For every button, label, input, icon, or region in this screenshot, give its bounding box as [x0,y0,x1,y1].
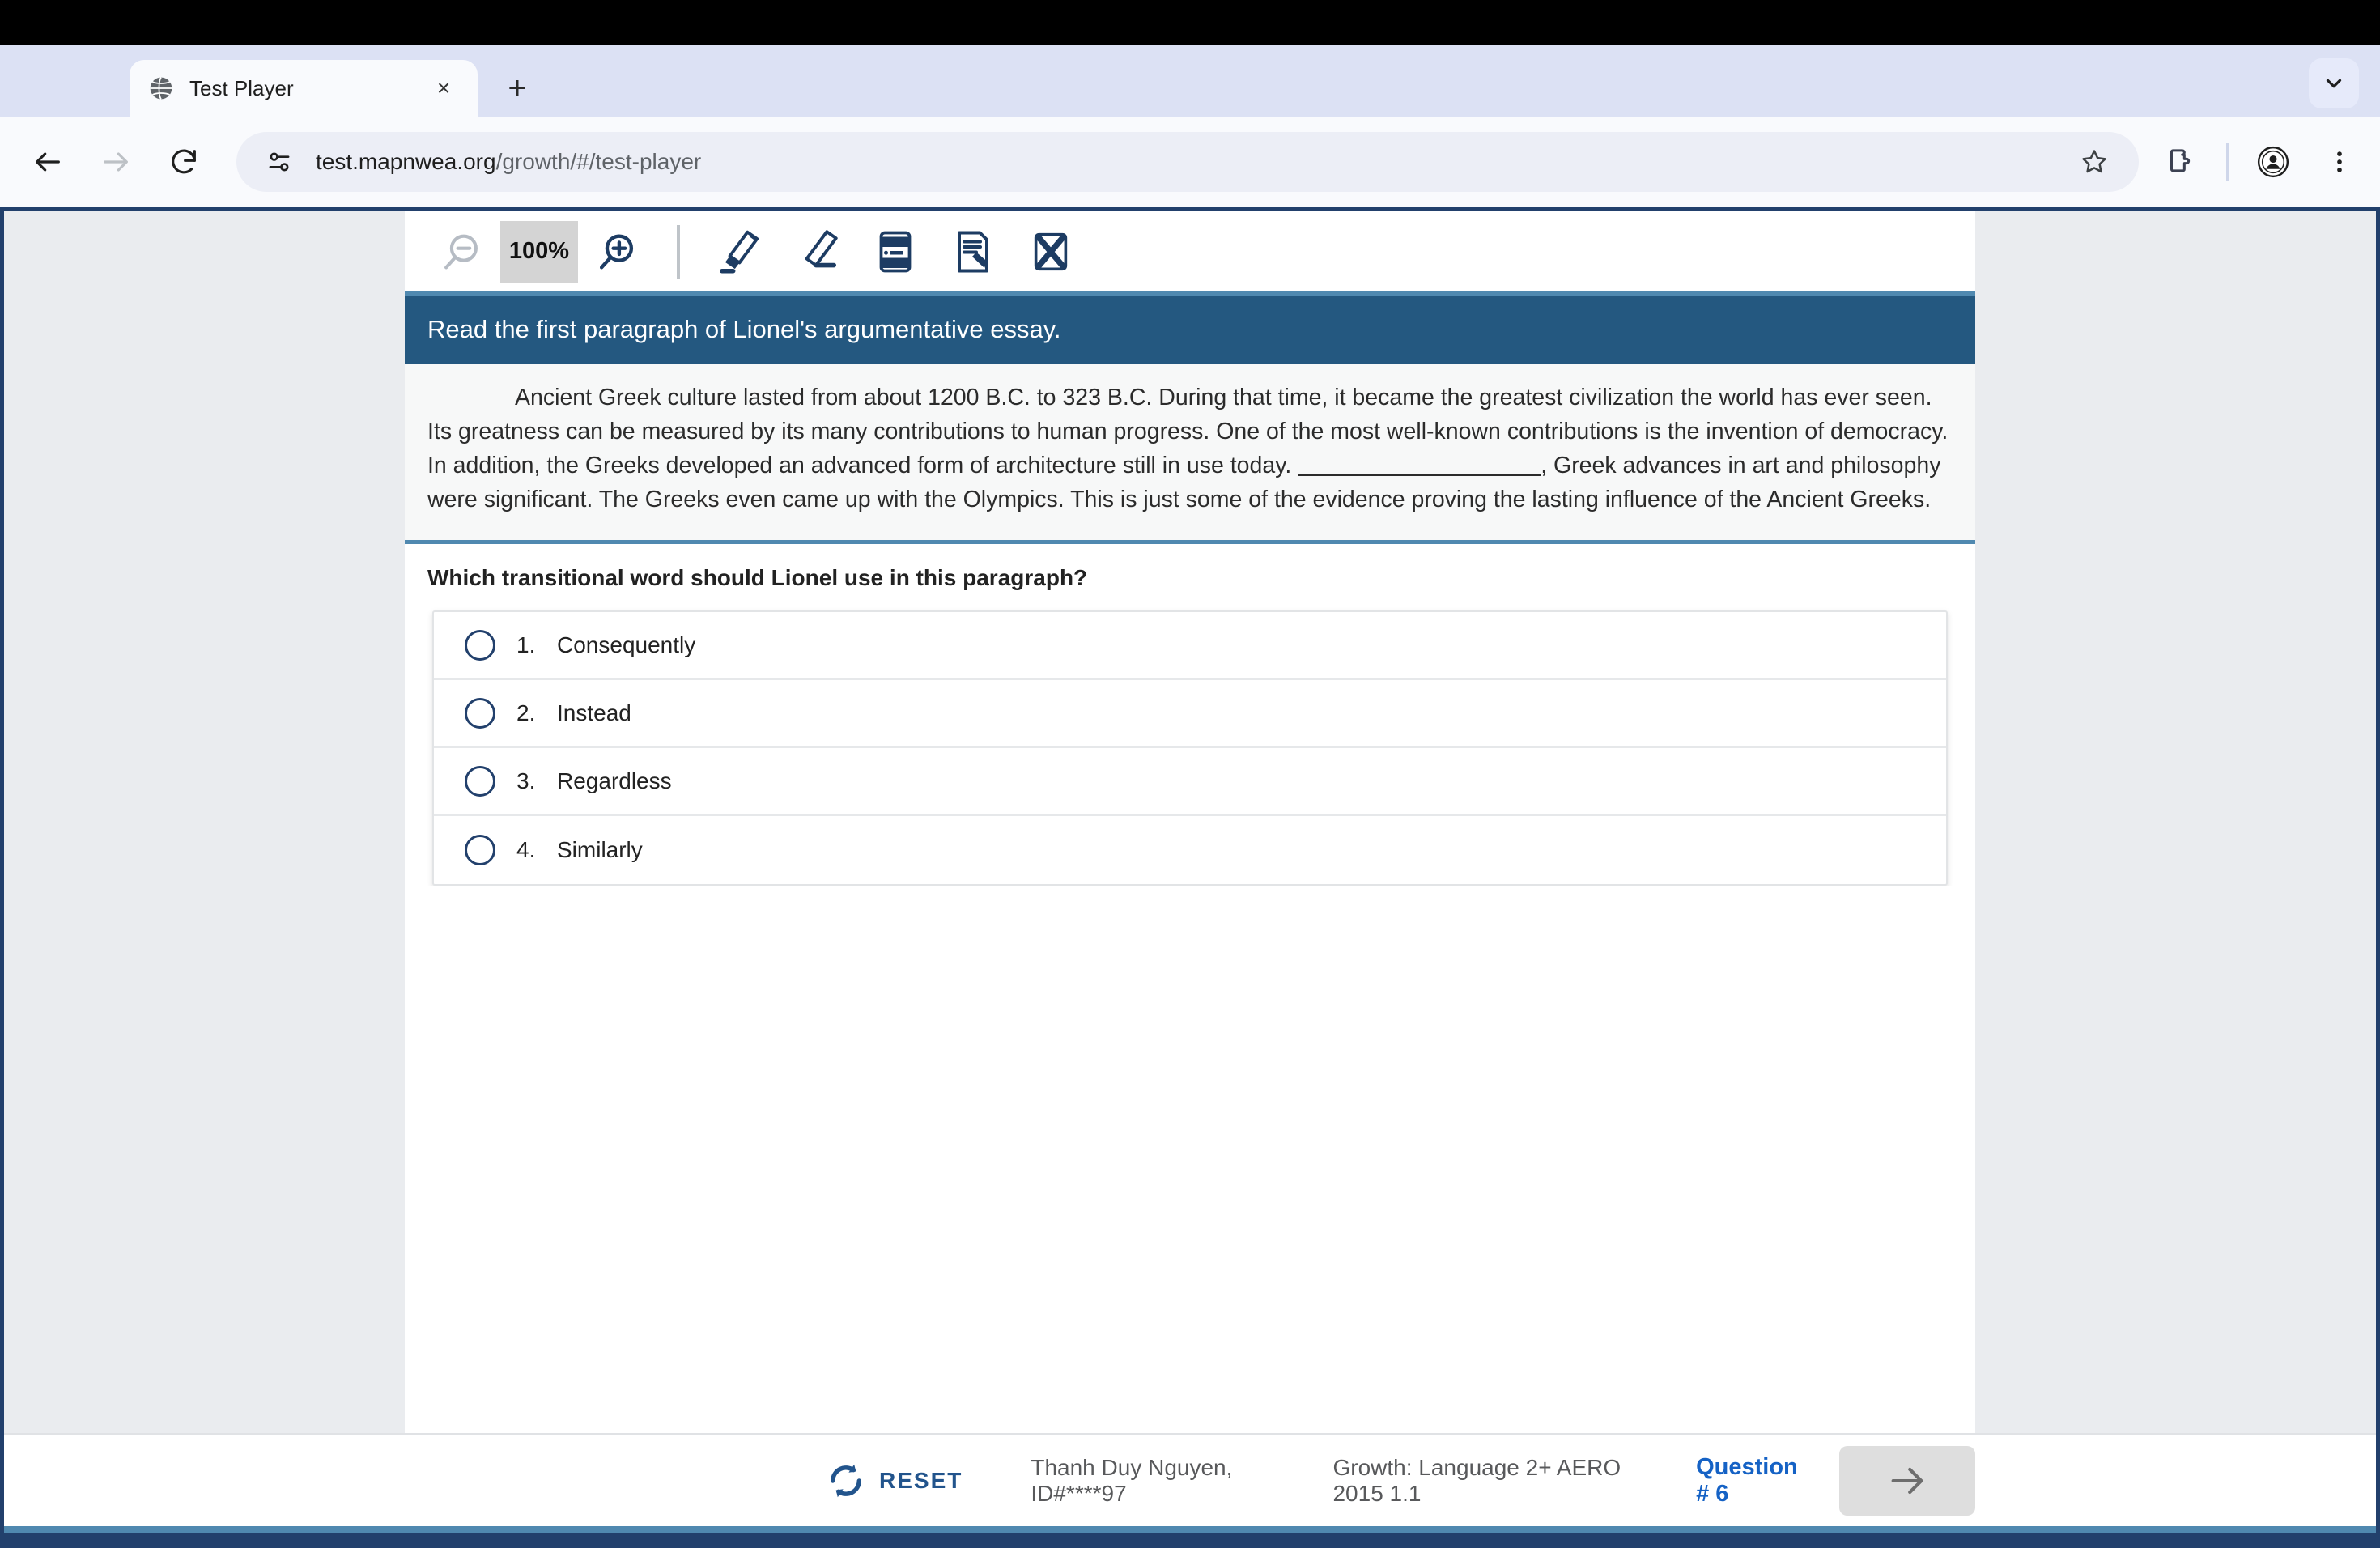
question-number: Question # 6 [1696,1453,1798,1507]
line-reader-tool-icon[interactable] [856,217,934,287]
browser-window: Test Player × + test.mapnwea.org/growth/… [0,0,2380,1548]
browser-toolbar: test.mapnwea.org/growth/#/test-player [0,117,2380,207]
test-stage: 100% Read the first paragraph of Lionel'… [4,211,2376,1433]
answer-options-list: 1. Consequently 2. Instead 3. Regardless [432,610,1948,886]
footer-content: RESET Thanh Duy Nguyen, ID#****97 Growth… [405,1435,1975,1526]
globe-icon [147,74,175,102]
answer-label: Consequently [557,632,696,657]
zoom-level-label[interactable]: 100% [500,220,578,283]
passage-body: Ancient Greek culture lasted from about … [405,364,1975,544]
test-player-app: 100% Read the first paragraph of Lionel'… [4,211,2376,1533]
notepad-tool-icon[interactable] [934,217,1012,287]
puzzle-piece-icon[interactable] [2157,137,2207,187]
divider [677,224,680,279]
site-settings-icon[interactable] [261,143,298,181]
test-footer: RESET Thanh Duy Nguyen, ID#****97 Growth… [4,1433,2376,1533]
panel-filler [405,885,1975,1433]
radio-button[interactable] [465,697,495,729]
close-icon[interactable]: × [427,72,460,104]
answer-option-2[interactable]: 2. Instead [434,680,1946,748]
reset-button[interactable]: RESET [824,1459,963,1503]
tab-strip: Test Player × + [0,45,2380,117]
radio-button[interactable] [465,834,495,865]
tab-title: Test Player [189,75,294,100]
answer-label: Instead [557,700,631,725]
answer-label: Similarly [557,836,643,862]
passage-heading: Read the first paragraph of Lionel's arg… [405,296,1975,364]
zoom-in-icon[interactable] [578,217,656,287]
url-path: /growth/#/test-player [495,149,702,174]
url-host: test.mapnwea.org [316,149,496,174]
chevron-down-icon[interactable] [2309,58,2359,108]
three-dot-menu-icon[interactable] [2314,137,2365,187]
answer-option-4[interactable]: 4. Similarly [434,816,1946,884]
question-panel: 100% Read the first paragraph of Lionel'… [405,211,1975,1433]
answer-label: Regardless [557,768,672,793]
zoom-out-icon[interactable] [423,217,500,287]
question-stem: Which transitional word should Lionel us… [427,564,1088,590]
student-info: Thanh Duy Nguyen, ID#****97 [1031,1454,1233,1506]
answer-number: 1. [516,632,536,657]
answer-number: 3. [516,768,536,793]
answer-eliminator-tool-icon[interactable] [1012,217,1090,287]
reload-icon[interactable] [159,137,209,187]
browser-tab-test-player[interactable]: Test Player × [130,60,478,117]
page-viewport: 100% Read the first paragraph of Lionel'… [0,207,2380,1548]
test-tools-toolbar: 100% [405,211,1975,296]
answer-option-1[interactable]: 1. Consequently [434,612,1946,680]
right-arrow-icon [1891,1467,1923,1494]
highlighter-tool-icon[interactable] [701,217,779,287]
url-text: test.mapnwea.org/growth/#/test-player [316,149,701,175]
divider [2226,143,2229,181]
passage-blank [1298,474,1541,477]
reset-label: RESET [879,1467,963,1493]
star-icon[interactable] [2074,142,2114,182]
new-tab-button[interactable]: + [489,60,546,117]
refresh-icon [824,1459,868,1503]
answer-number: 4. [516,836,536,862]
answer-number: 2. [516,700,536,725]
answer-option-3[interactable]: 3. Regardless [434,748,1946,816]
radio-button[interactable] [465,629,495,661]
profile-avatar-icon[interactable] [2248,137,2298,187]
browser-actions [2148,137,2373,187]
forward-arrow-icon [91,137,141,187]
radio-button[interactable] [465,765,495,797]
eraser-tool-icon[interactable] [779,217,856,287]
passage-paragraph: Ancient Greek culture lasted from about … [427,381,1953,517]
back-arrow-icon[interactable] [23,137,73,187]
next-question-button[interactable] [1839,1445,1975,1516]
address-bar[interactable]: test.mapnwea.org/growth/#/test-player [236,132,2139,192]
test-name: Growth: Language 2+ AERO 2015 1.1 [1332,1454,1621,1506]
